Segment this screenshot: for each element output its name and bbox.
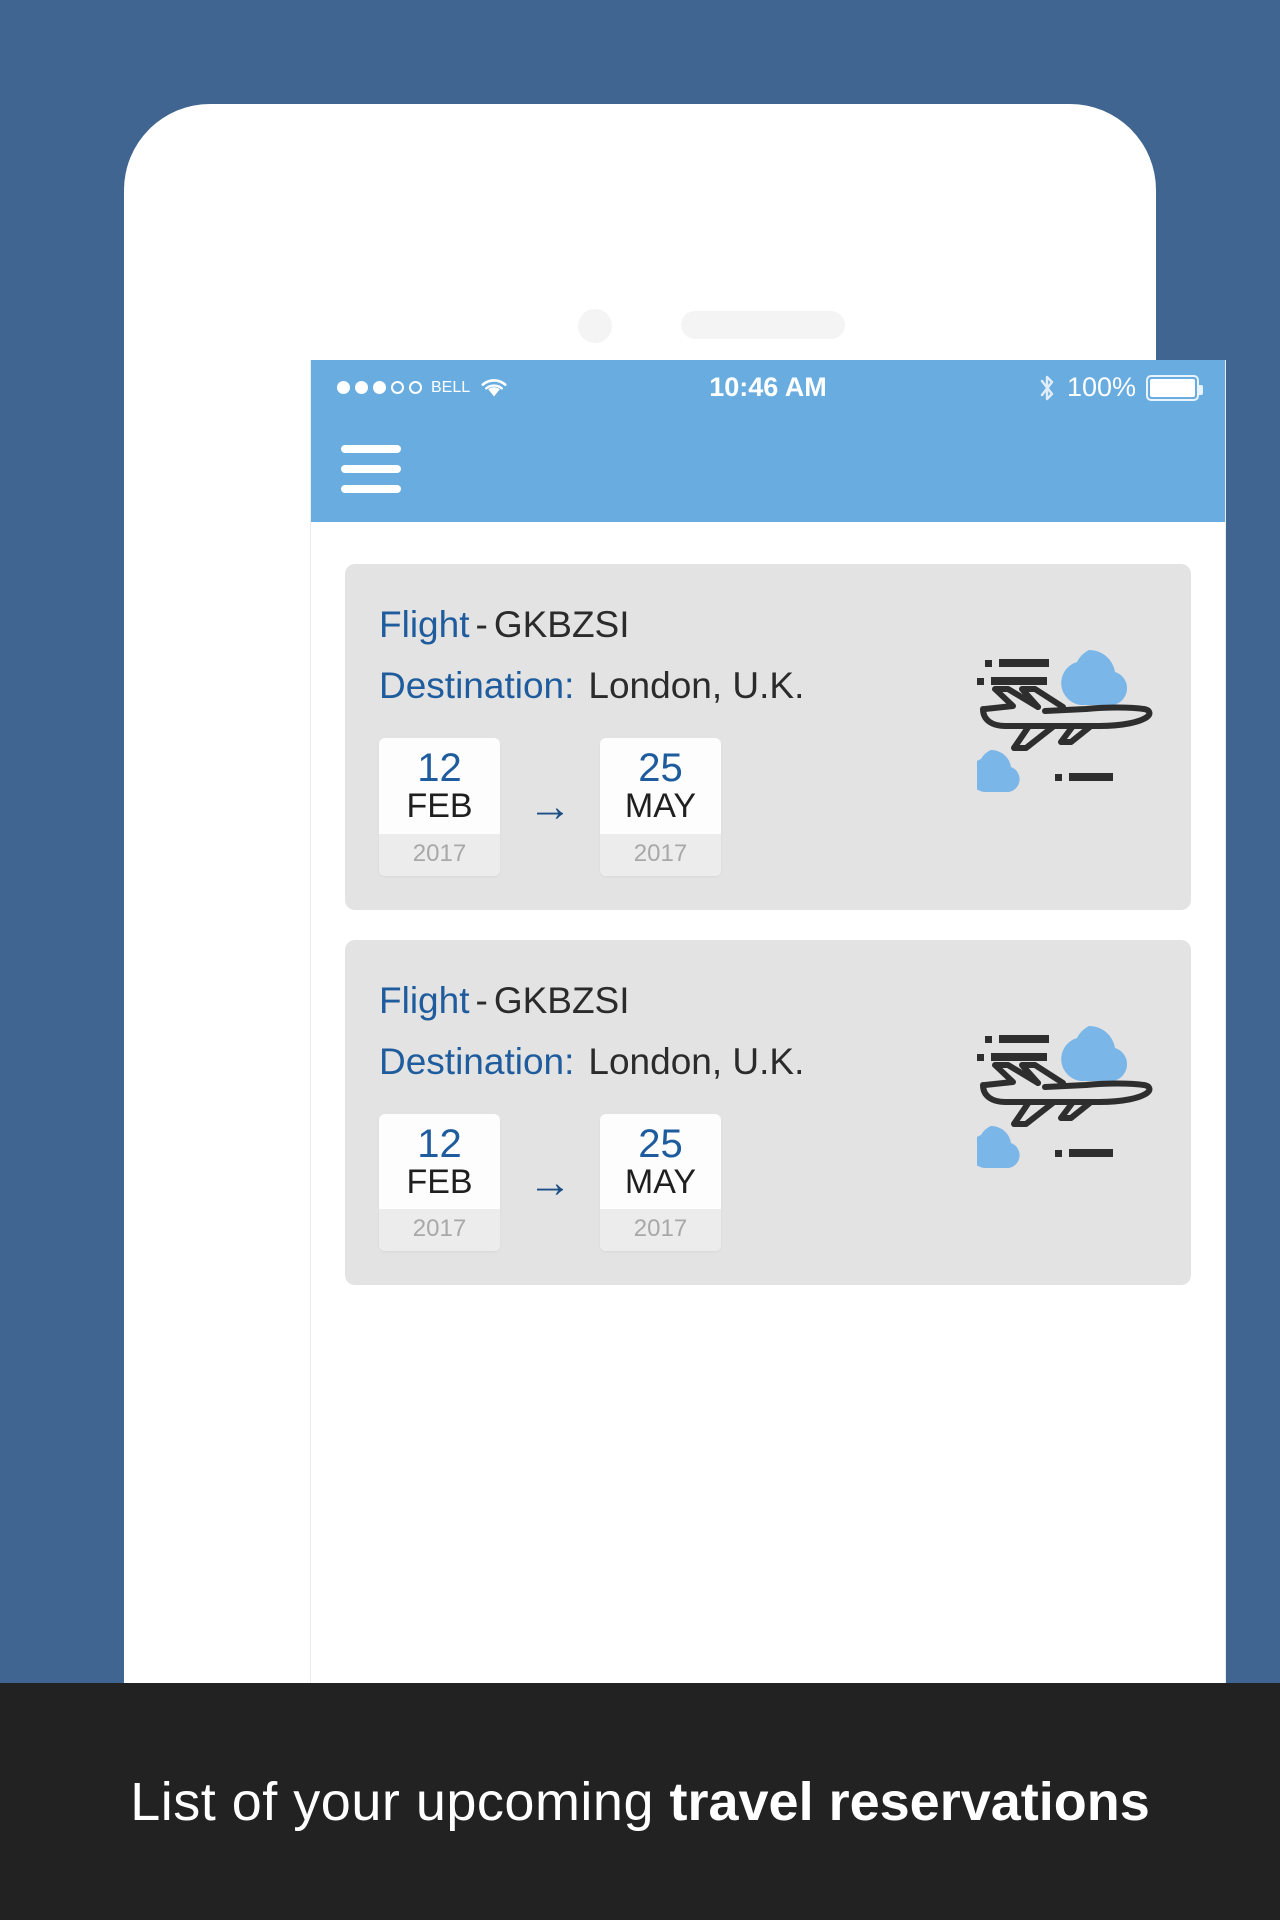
destination-label: Destination: [379,665,575,706]
flight-reservation-list: Flight - GKBZSI Destination: London, U.K… [311,522,1225,1286]
return-day: 25 [638,746,683,790]
return-date-box[interactable]: 25 MAY 2017 [600,1113,721,1252]
departure-date-box[interactable]: 12 FEB 2017 [379,1113,500,1252]
battery-percentage: 100% [1066,372,1136,402]
caption-light-part: List of your upcoming [130,1771,670,1832]
departure-month: FEB [406,1162,473,1201]
bluetooth-icon [1040,375,1054,400]
destination-label: Destination: [379,1040,575,1082]
departure-day: 12 [417,1121,462,1166]
caption-text: List of your upcoming travel reservation… [130,1771,1150,1833]
carrier-label: BELL [431,378,471,396]
departure-day: 12 [417,746,462,790]
return-year: 2017 [600,833,721,876]
caption-bold-part: travel reservations [669,1771,1150,1832]
departure-month: FEB [406,787,473,825]
phone-camera-icon [578,309,612,343]
battery-full-icon [1146,374,1203,401]
return-month: MAY [624,787,697,825]
app-bar [311,415,1225,522]
airplane-clouds-icon [977,649,1153,792]
flight-separator: - [475,604,488,645]
destination-value: London, U.K. [588,665,805,706]
phone-screen: BELL 10:46 AM 100% Flight - GKBZSI Desti… [310,360,1226,1808]
phone-mockup: BELL 10:46 AM 100% Flight - GKBZSI Desti… [124,104,1226,1808]
flight-card[interactable]: Flight - GKBZSI Destination: London, U.K… [345,564,1191,910]
phone-speaker-grille [681,311,845,339]
departure-date-box[interactable]: 12 FEB 2017 [379,738,500,876]
flight-label: Flight [379,979,470,1021]
return-year: 2017 [600,1209,721,1252]
flight-card[interactable]: Flight - GKBZSI Destination: London, U.K… [345,939,1191,1286]
status-bar-left: BELL [337,376,509,400]
return-date-box[interactable]: 25 MAY 2017 [600,738,721,876]
return-day: 25 [638,1121,683,1166]
airplane-clouds-icon [977,1025,1153,1168]
flight-code: GKBZSI [493,979,630,1021]
status-bar-right: 100% [1037,372,1203,403]
flight-separator: - [475,979,488,1021]
signal-strength-icon [337,381,422,394]
status-bar: BELL 10:46 AM 100% [311,360,1225,415]
departure-year: 2017 [379,1209,500,1252]
flight-title-row: Flight - GKBZSI [379,980,1157,1022]
departure-year: 2017 [379,833,500,876]
destination-value: London, U.K. [588,1040,805,1082]
flight-label: Flight [379,604,470,645]
hamburger-menu-icon[interactable] [341,444,401,493]
flight-title-row: Flight - GKBZSI [379,604,1157,646]
caption-bar: List of your upcoming travel reservation… [0,1683,1280,1920]
date-arrow-icon: → [528,781,572,831]
flight-code: GKBZSI [493,604,630,645]
return-month: MAY [624,1162,697,1201]
wifi-icon [481,378,507,396]
date-arrow-icon: → [528,1157,572,1207]
